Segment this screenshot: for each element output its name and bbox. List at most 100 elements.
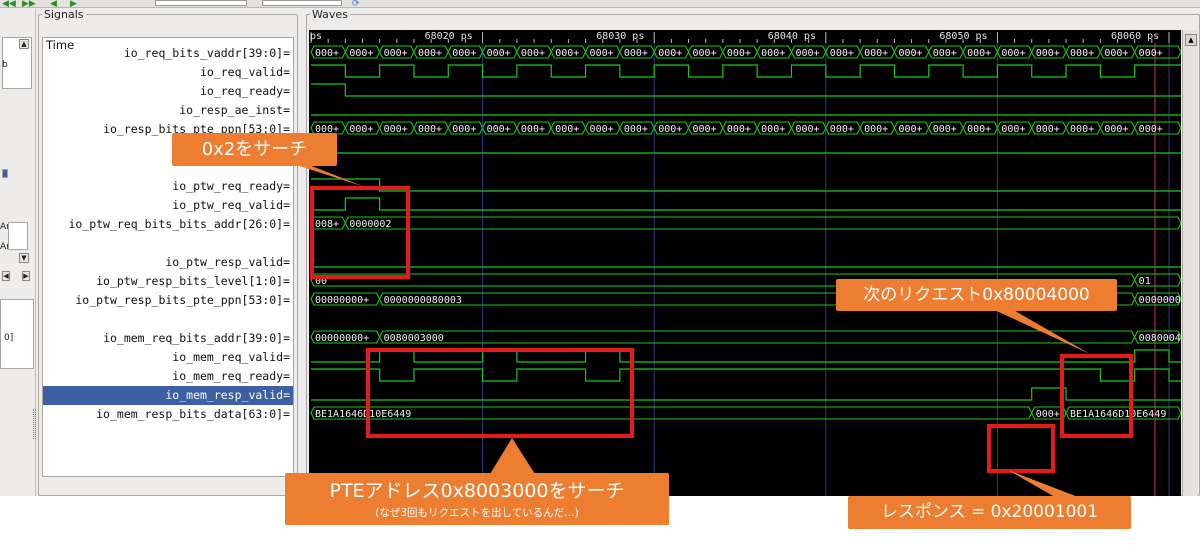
signal-row[interactable]: io_ptw_req_ready= [43, 177, 293, 196]
left-label-b: b [2, 60, 8, 70]
bus-value: 000+ [349, 124, 373, 135]
signal-row[interactable]: io_resp_ae_inst= [43, 101, 293, 120]
signal-row[interactable]: io_mem_req_valid= [43, 348, 293, 367]
signal-row[interactable]: io_mem_resp_valid= [43, 386, 293, 405]
annotation-callout-pte-search-note: (なぜ3回もリクエストを出しているんだ…) [375, 507, 579, 519]
bus-value: 000+ [693, 48, 717, 59]
h-scroll-right-arrow[interactable]: ▶ [22, 271, 30, 281]
bus-value: 000+ [487, 48, 511, 59]
last-frame-icon[interactable]: ▶▶ [22, 0, 36, 7]
bus-value: 000+ [384, 124, 408, 135]
bus-value: 00000000+ [315, 333, 369, 344]
toolbar: ◀◀ ▶▶ ◀ ▶ ⟳ [0, 0, 1200, 8]
scroll-up-arrow[interactable]: ▲ [19, 39, 29, 49]
bus-segment [344, 216, 1181, 230]
splitter-grip[interactable] [33, 409, 36, 439]
bus-value: 000+ [864, 48, 888, 59]
bus-value: 000+ [418, 124, 442, 135]
bus-value: 000+ [967, 124, 991, 135]
bus-value: 000+ [624, 124, 648, 135]
left-label-0: 0] [4, 333, 14, 343]
bus-value: 0000000080003 [384, 295, 462, 306]
signal-type-box[interactable] [8, 222, 28, 250]
ruler-label: 68020 ps [425, 31, 473, 42]
waves-vertical-scrollbar[interactable]: ▲ [1182, 30, 1198, 496]
ruler-label: 68060 ps [1111, 31, 1159, 42]
ruler-label: ps [310, 31, 322, 42]
annotation-callout-response: レスポンス = 0x20001001 [848, 496, 1131, 529]
signal-row[interactable]: io_ptw_resp_valid= [43, 253, 293, 272]
signal-name-list[interactable]: Time io_req_bits_vaddr[39:0]= io_req_vali… [42, 37, 294, 477]
scroll-up-icon[interactable]: ▲ [1185, 34, 1197, 46]
signal-row[interactable]: io_req_valid= [43, 63, 293, 82]
signal-row[interactable]: io_ptw_req_valid= [43, 196, 293, 215]
h-scroll-left-arrow[interactable]: ◀ [2, 271, 10, 281]
back-icon[interactable]: ◀ [50, 0, 57, 7]
scroll-down-arrow[interactable]: ▼ [19, 253, 29, 263]
bus-value: 000+ [1070, 48, 1094, 59]
bus-value: 000+ [418, 48, 442, 59]
bus-value: 000+ [590, 124, 614, 135]
bus-value: 0080003000 [384, 333, 444, 344]
signal-row[interactable]: io_ptw_resp_bits_pte_ppn[53:0]= [43, 291, 293, 310]
bus-value: 000+ [624, 48, 648, 59]
bit-wave [311, 197, 1181, 211]
bus-value: 000+ [590, 48, 614, 59]
bus-value: 000+ [967, 48, 991, 59]
annotation-callout-next-request: 次のリクエスト0x80004000 [836, 279, 1117, 311]
from-time-field[interactable] [155, 0, 247, 6]
bus-value: 000+ [693, 124, 717, 135]
ruler-label: 68050 ps [939, 31, 987, 42]
bus-value: 000+ [1104, 48, 1128, 59]
bus-value: 000+ [761, 124, 785, 135]
bus-value: 000+ [830, 48, 854, 59]
bus-value: 000+ [1139, 124, 1163, 135]
bus-value: 000+ [452, 124, 476, 135]
bus-value: 000+ [795, 48, 819, 59]
annotation-pointer-3 [490, 438, 535, 474]
left-side-panel: ▲ b Ar Ar ▼ ◀ ▶ 0] [0, 9, 36, 496]
bus-value: 000+ [384, 48, 408, 59]
bus-value: 000+ [1036, 124, 1060, 135]
bus-value: 000+ [349, 48, 373, 59]
signal-row[interactable]: io_mem_req_ready= [43, 367, 293, 386]
highlight-box-next-mem-request [1060, 354, 1133, 438]
to-time-field[interactable] [262, 0, 342, 6]
annotation-callout-pte-search-title: PTEアドレス0x8003000をサーチ [329, 480, 625, 502]
bus-value: 000+ [727, 48, 751, 59]
ruler-label: 68040 ps [768, 31, 816, 42]
bus-value: 000+ [1036, 409, 1060, 420]
bus-value: 000+ [898, 124, 922, 135]
bus-value: 000+ [795, 124, 819, 135]
annotation-callout-search-0x2: 0x2をサーチ [172, 133, 337, 166]
ruler-label: 68030 ps [596, 31, 644, 42]
bus-value: 000+ [658, 124, 682, 135]
annotation-pointer-2 [990, 308, 1090, 354]
signal-row[interactable]: io_mem_resp_bits_data[63:0]= [43, 405, 293, 424]
bus-value: 000+ [555, 124, 579, 135]
bus-value: 00000000+ [315, 295, 369, 306]
forward-icon[interactable]: ▶ [70, 0, 77, 7]
signal-row[interactable]: io_ptw_resp_bits_level[1:0]= [43, 272, 293, 291]
bus-value: 000+ [761, 48, 785, 59]
annotation-callout-pte-search: PTEアドレス0x8003000をサーチ (なぜ3回もリクエストを出しているんだ… [285, 473, 669, 525]
bus-value: 000+ [521, 124, 545, 135]
bus-value: 000+ [315, 48, 339, 59]
bus-value: 000+ [1001, 48, 1025, 59]
signal-row[interactable]: io_req_ready= [43, 82, 293, 101]
bus-value: 000+ [898, 48, 922, 59]
first-frame-icon[interactable]: ◀◀ [2, 0, 16, 7]
signal-row-blank [43, 310, 293, 329]
bus-value: 000+ [1139, 48, 1163, 59]
bus-value: 000+ [487, 124, 511, 135]
reload-icon[interactable]: ⟳ [352, 0, 360, 7]
signal-row[interactable]: io_ptw_req_bits_bits_addr[26:0]= [43, 215, 293, 234]
signal-row-blank [43, 234, 293, 253]
highlight-box-mem-response [987, 424, 1055, 473]
signal-row[interactable]: io_mem_req_bits_addr[39:0]= [43, 329, 293, 348]
signal-row[interactable]: io_req_bits_vaddr[39:0]= [43, 44, 293, 63]
bit-wave [311, 64, 1181, 78]
bus-value: 000+ [933, 124, 957, 135]
bus-value: 01 [1139, 276, 1151, 287]
bus-value: 000+ [1104, 124, 1128, 135]
